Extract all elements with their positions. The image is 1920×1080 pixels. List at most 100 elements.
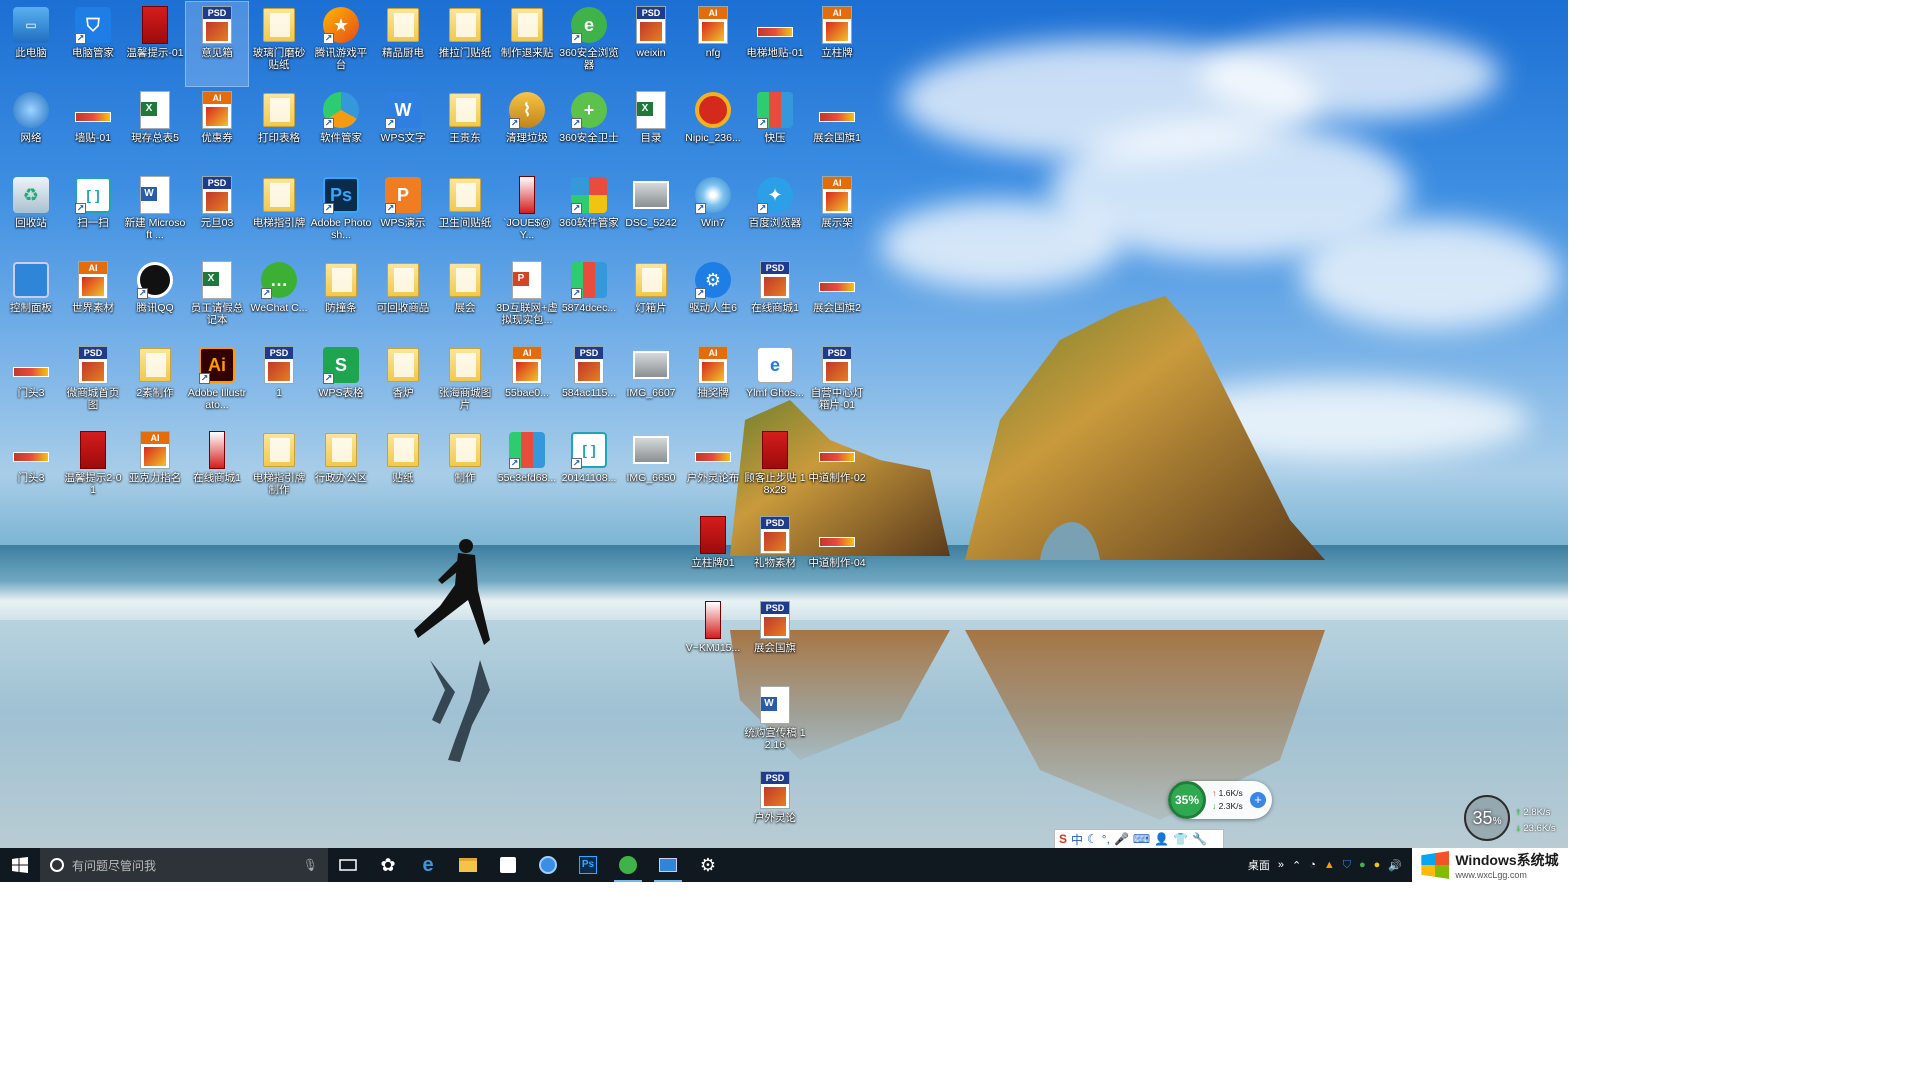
task-view-button[interactable] [328,848,368,882]
desktop-icon[interactable]: AI 优惠券 [186,87,248,171]
desktop-icon[interactable]: ↗ 5874dcec... [558,257,620,341]
wifi-icon[interactable]: ◔ [1309,859,1316,871]
desktop-icon[interactable]: Nipic_236... [682,87,744,171]
desktop-icon[interactable]: P 3D互联网+虚拟现实包... [496,257,558,341]
taskbar-app-control-panel[interactable] [648,848,688,882]
desktop-icon[interactable]: 行政办公区 [310,427,372,511]
desktop-icon[interactable]: AI 亚克力指名 [124,427,186,511]
desktop-icon[interactable]: Ai ↗ Adobe Illustrato... [186,342,248,426]
desktop-icon[interactable]: AI 55bae0... [496,342,558,426]
desktop-icon[interactable]: 玻璃门磨砂贴纸 [248,2,310,86]
desktop-icon[interactable]: 门头3 [0,427,62,511]
desktop-icon[interactable]: 温馨提示-01 [124,2,186,86]
desktop-icon[interactable]: 推拉门贴纸 [434,2,496,86]
desktop-icon[interactable]: AI nfg [682,2,744,86]
desktop-icon[interactable]: PSD 礼物素材 [744,512,806,596]
desktop-icon[interactable]: `JOUE$@Y... [496,172,558,256]
desktop-icon[interactable]: ↗ 360软件管家 [558,172,620,256]
desktop-icon[interactable]: 温馨提示2-01 [62,427,124,511]
desktop-icon[interactable]: 可回收商品 [372,257,434,341]
desktop-icon[interactable]: IMG_6650 [620,427,682,511]
desktop-icon[interactable]: [ ] ↗ 20141108... [558,427,620,511]
ime-language[interactable]: 中 [1071,831,1083,848]
desktop-icon[interactable]: 卫生间贴纸 [434,172,496,256]
desktop-icon[interactable]: 中道制作-02 [806,427,868,511]
desktop-icon[interactable]: 在线商城1 [186,427,248,511]
desktop-icon[interactable]: ♻ 回收站 [0,172,62,256]
taskbar-app-store[interactable] [488,848,528,882]
toolbar-expand-icon[interactable]: » [1278,859,1284,871]
desktop-icon[interactable]: IMG_6607 [620,342,682,426]
desktop-icon[interactable]: 门头3 [0,342,62,426]
desktop-icon[interactable]: 展会 [434,257,496,341]
tools-icon[interactable]: 🔧 [1192,832,1207,846]
taskbar-app-edge[interactable]: e [408,848,448,882]
desktop-icon[interactable]: 中道制作-04 [806,512,868,596]
desktop-icon[interactable]: 张海商城图片 [434,342,496,426]
desktop-icon[interactable]: + ↗ 360安全卫士 [558,87,620,171]
desktop-icon[interactable]: ↗ 55e3efd68... [496,427,558,511]
security-icon[interactable]: ● [1374,859,1381,871]
desktop-icon[interactable]: S ↗ WPS表格 [310,342,372,426]
taskbar-app-settings[interactable]: ⚙ [688,848,728,882]
desktop-icon[interactable]: 电梯地贴-01 [744,2,806,86]
desktop-icon[interactable]: ↗ Win7 [682,172,744,256]
desktop-icon[interactable]: X 目录 [620,87,682,171]
desktop-icon[interactable]: V~KMJ15... [682,597,744,681]
desktop-icon[interactable]: 控制面板 [0,257,62,341]
desktop-icon[interactable]: X 员工请假总记本 [186,257,248,341]
desktop-icon[interactable]: PSD 自营中心灯箱片-01 [806,342,868,426]
taskbar-app-pinwheel[interactable]: ✿ [368,848,408,882]
punctuation-icon[interactable]: °, [1102,832,1110,846]
desktop-icon[interactable]: PSD 展会国旗 [744,597,806,681]
desktop-icon[interactable]: ★ ↗ 腾讯游戏平台 [310,2,372,86]
skin-icon[interactable]: 👕 [1173,832,1188,846]
desktop-icon[interactable]: 户外灵论布 [682,427,744,511]
desktop-icon[interactable]: PSD 1 [248,342,310,426]
desktop-icon[interactable]: 2素制作 [124,342,186,426]
desktop-icon[interactable]: AI 抽奖牌 [682,342,744,426]
ime-toolbar[interactable]: S 中 ☾ °, 🎤 ⌨ 👤 👕 🔧 [1054,829,1224,848]
desktop-icon[interactable]: ↗ 腾讯QQ [124,257,186,341]
desktop-icon[interactable]: PSD 元旦03 [186,172,248,256]
tray-app-icon[interactable]: ▲ [1324,859,1335,871]
taskbar-app-photoshop[interactable]: Ps [568,848,608,882]
desktop-icon[interactable]: 立柱牌01 [682,512,744,596]
desktop-icon[interactable]: 电梯指引牌制作 [248,427,310,511]
desktop-icon[interactable]: 展会国旗1 [806,87,868,171]
desktop-icon[interactable]: AI 展示架 [806,172,868,256]
desktop-icon[interactable]: [ ] ↗ 扫一扫 [62,172,124,256]
desktop-icon[interactable]: PSD 在线商城1 [744,257,806,341]
desktop-icon[interactable]: PSD 意见箱 [185,1,249,87]
desktop-icon[interactable]: 制作 [434,427,496,511]
desktop-icon[interactable]: 顾客止步贴 18x28 [744,427,806,511]
desktop-icon[interactable]: e Ylmf Ghos... [744,342,806,426]
desktop-toolbar-label[interactable]: 桌面 [1248,857,1270,873]
taskbar-app-360browser-green[interactable] [608,848,648,882]
desktop-icon[interactable]: 电梯指引牌 [248,172,310,256]
desktop-icon[interactable]: ⛉ ↗ 电脑管家 [62,2,124,86]
taskbar-app-360browser[interactable] [528,848,568,882]
desktop-icon[interactable]: e ↗ 360安全浏览器 [558,2,620,86]
moon-icon[interactable]: ☾ [1087,832,1098,846]
desktop-icon[interactable]: W 新建 Microsoft ... [124,172,186,256]
microphone-icon[interactable]: 🎤 [1114,832,1129,846]
microphone-icon[interactable]: 🎙 [303,858,318,872]
desktop-icon[interactable]: ↗ 软件管家 [310,87,372,171]
accelerate-button[interactable]: + [1250,792,1266,808]
desktop-icon[interactable]: PSD weixin [620,2,682,86]
speed-monitor-widget[interactable]: 35% ↑ 2.8K/s ↓ 23.6K/s [1464,795,1568,845]
tray-360-icon[interactable]: ● [1359,859,1366,871]
desktop-icon[interactable]: 贴纸 [372,427,434,511]
desktop-icon[interactable]: 精品厨电 [372,2,434,86]
user-icon[interactable]: 👤 [1154,832,1169,846]
desktop-icon[interactable]: ✦ ↗ 百度浏览器 [744,172,806,256]
desktop-icon[interactable]: 制作退来贴 [496,2,558,86]
desktop-icon[interactable]: X 現存总表5 [124,87,186,171]
desktop-icon[interactable]: 打印表格 [248,87,310,171]
desktop-icon[interactable]: DSC_5242 [620,172,682,256]
desktop-icon[interactable]: P ↗ WPS演示 [372,172,434,256]
desktop-icon[interactable]: … ↗ WeChat C... [248,257,310,341]
desktop[interactable]: ▭ 此电脑 ⛉ ↗ 电脑管家 温馨提示-01 PSD 意见箱 玻璃门磨砂贴纸 ★ ↗ 腾讯游戏平台 精品… [0,0,1568,848]
desktop-icon[interactable]: PSD 微商城首页图 [62,342,124,426]
